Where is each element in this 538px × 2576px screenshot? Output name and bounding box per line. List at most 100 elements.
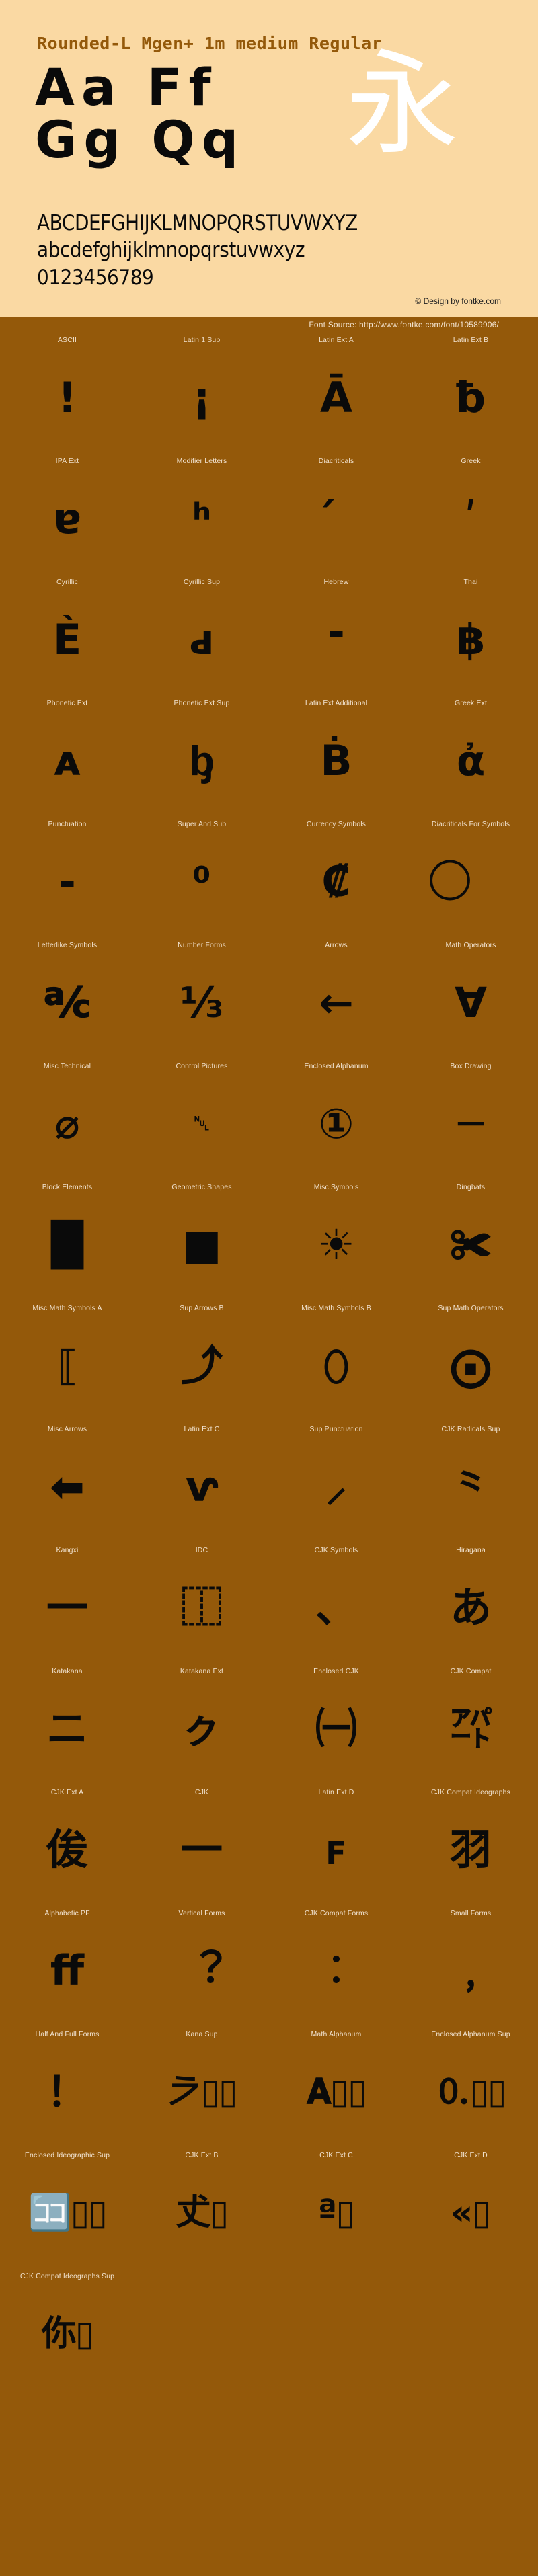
block-label: Latin Ext B <box>404 337 538 348</box>
block-sample-glyph: ⃝ <box>404 832 538 932</box>
block-row: Half And Full Forms！ Kana Sup 𛀀▯▯ Math Alph… <box>0 2031 538 2152</box>
block-sample-glyph: ㈠ <box>269 1679 404 1779</box>
block-label: Latin Ext A <box>269 337 404 348</box>
block-sample-glyph: ⱱ <box>134 1437 269 1537</box>
block-sample-glyph: あ <box>404 1558 538 1658</box>
unicode-block-cell: Kangxi ⼀ <box>0 1547 134 1668</box>
unicode-block-cell: Cyrillic Sup ԁ <box>134 579 269 700</box>
unicode-block-cell: Diacriticals For Symbols⃝ <box>404 821 538 942</box>
block-sample-glyph: 𠀋▯ <box>134 2163 269 2263</box>
unicode-block-cell: Alphabetic PF ﬀ <box>0 1910 134 2031</box>
block-sample-glyph: ニ <box>0 1679 134 1779</box>
block-sample-glyph: ⬯ <box>269 1316 404 1416</box>
block-sample-glyph: ① <box>269 1074 404 1174</box>
block-sample-glyph: ⺀ <box>404 1437 538 1537</box>
block-row: Block Elements █ Geometric Shapes ■ Misc Sym… <box>0 1184 538 1305</box>
unicode-block-cell: Geometric Shapes ■ <box>134 1184 269 1305</box>
unicode-block-cell: CJK Compat ㌀ <box>404 1668 538 1789</box>
unicode-block-cell: Punctuation ‐ <box>0 821 134 942</box>
block-sample-glyph: ἀ <box>404 711 538 811</box>
unicode-block-cell: CJK 一 <box>134 1789 269 1910</box>
block-label: Geometric Shapes <box>134 1184 269 1195</box>
block-sample-glyph: ! <box>0 348 134 448</box>
unicode-block-cell: Control Pictures ␀ <box>134 1063 269 1184</box>
block-sample-glyph: ﹐ <box>404 1921 538 2021</box>
block-sample-glyph: 𪜀ª▯ <box>269 2163 404 2263</box>
block-label: Cyrillic <box>0 579 134 590</box>
unicode-block-cell: Letterlike Symbols ℀ <box>0 942 134 1063</box>
unicode-block-cell: Dingbats ✀ <box>404 1184 538 1305</box>
block-sample-glyph: ℀ <box>0 953 134 1053</box>
block-sample-glyph: 、 <box>269 1558 404 1658</box>
block-sample-glyph: ‐ <box>0 832 134 932</box>
sample-line-1: Aa Ff <box>35 61 218 114</box>
block-label: Enclosed Alphanum Sup <box>404 2031 538 2042</box>
lowercase-alphabet-row: abcdefghijklmnopqrstuvwxyz <box>0 237 538 264</box>
block-label: CJK Compat Ideographs <box>404 1789 538 1800</box>
block-sample-glyph: ⤴ <box>134 1316 269 1416</box>
unicode-block-cell: Cyrillic Ѐ <box>0 579 134 700</box>
block-label: Math Alphanum <box>269 2031 404 2042</box>
unicode-block-cell: Misc Math Symbols A ⟦ <box>0 1305 134 1426</box>
block-row: CJK Ext A 㑓 CJK 一 Latin Ext Dꜰ CJK Compat Ide… <box>0 1789 538 1910</box>
block-label: CJK <box>134 1789 269 1800</box>
unicode-block-cell: Box Drawing ─ <box>404 1063 538 1184</box>
unicode-block-cell: Half And Full Forms ！ <box>0 2031 134 2152</box>
block-label: CJK Ext A <box>0 1789 134 1800</box>
block-label: Dingbats <box>404 1184 538 1195</box>
design-credit: © Design by fontke.com <box>0 291 538 310</box>
unicode-block-cell: CJK Compat Forms ︰ <box>269 1910 404 2031</box>
block-sample-glyph: ᶀ <box>134 711 269 811</box>
unicode-block-cell: Enclosed CJK ㈠ <box>269 1668 404 1789</box>
block-row: Kangxi ⼀ IDC ⿰ CJK Symbols 、 Hiragana あ <box>0 1547 538 1668</box>
block-label: Alphabetic PF <box>0 1910 134 1921</box>
unicode-block-cell: CJK Radicals Sup ⺀ <box>404 1426 538 1547</box>
unicode-block-cell: Phonetic Ext ᴀ <box>0 700 134 821</box>
block-row: Phonetic Ext ᴀ Phonetic Ext Sup ᶀ Latin Ext … <box>0 700 538 821</box>
block-label: Enclosed Ideographic Sup <box>0 2152 134 2163</box>
block-row: IPA ExtɐModifier LettersʰDiacriticalśGr… <box>0 458 538 579</box>
block-label: Sup Arrows B <box>134 1305 269 1316</box>
block-label: Misc Math Symbols B <box>269 1305 404 1316</box>
block-label: Latin 1 Sup <box>134 337 269 348</box>
block-sample-glyph: ⌀ <box>0 1074 134 1174</box>
block-label: Misc Symbols <box>269 1184 404 1195</box>
block-label: Latin Ext D <box>269 1789 404 1800</box>
unicode-block-cell: ASCII! <box>0 337 134 458</box>
unicode-block-cell: Misc Technical ⌀ <box>0 1063 134 1184</box>
block-label: CJK Compat Ideographs Sup <box>0 2273 134 2284</box>
block-label: CJK Symbols <box>269 1547 404 1558</box>
unicode-block-cell: Enclosed Alphanum ① <box>269 1063 404 1184</box>
cjk-sample-glyph: 永 <box>346 48 459 161</box>
block-label: Misc Math Symbols A <box>0 1305 134 1316</box>
block-label: Katakana <box>0 1668 134 1679</box>
unicode-block-cell: Latin Ext Additional Ḃ <box>269 700 404 821</box>
block-label: Control Pictures <box>134 1063 269 1074</box>
unicode-block-cell: CJK Ext A㑓 <box>0 1789 134 1910</box>
block-sample-glyph: 你▯ <box>0 2284 134 2384</box>
block-label: Latin Ext Additional <box>269 700 404 711</box>
digits-row: 0123456789 <box>0 264 538 291</box>
unicode-block-cell: Misc Arrows ⬅ <box>0 1426 134 1547</box>
block-sample-glyph: ■ <box>134 1195 269 1295</box>
block-label: Kana Sup <box>134 2031 269 2042</box>
block-label: Kangxi <box>0 1547 134 1558</box>
unicode-block-cell: Greek Ext ἀ <box>404 700 538 821</box>
unicode-block-cell: CJK Ext D 𫠝«▯ <box>404 2152 538 2273</box>
block-sample-glyph: ␀ <box>134 1074 269 1174</box>
block-label: Diacriticals For Symbols <box>404 821 538 832</box>
block-sample-glyph: ㌀ <box>404 1679 538 1779</box>
block-row: Punctuation ‐ Super And Sub ⁰ Currency Symbo… <box>0 821 538 942</box>
block-label: Modifier Letters <box>134 458 269 469</box>
block-sample-glyph: 𝐀▯▯ <box>269 2042 404 2142</box>
block-label: Letterlike Symbols <box>0 942 134 953</box>
unicode-block-cell: CJK Compat Ideographs Sup 你▯ <box>0 2273 134 2394</box>
block-label: Phonetic Ext <box>0 700 134 711</box>
block-sample-glyph: ⿰ <box>134 1558 269 1658</box>
block-label: CJK Compat <box>404 1668 538 1679</box>
block-row: Katakana ニ Katakana Ext ㇰ Enclosed CJK ㈠ CJK C… <box>0 1668 538 1789</box>
unicode-block-cell: Hebrew ־ <box>269 579 404 700</box>
block-label: Number Forms <box>134 942 269 953</box>
block-sample-glyph: ԁ <box>134 590 269 690</box>
unicode-block-cell: Hiragana あ <box>404 1547 538 1668</box>
